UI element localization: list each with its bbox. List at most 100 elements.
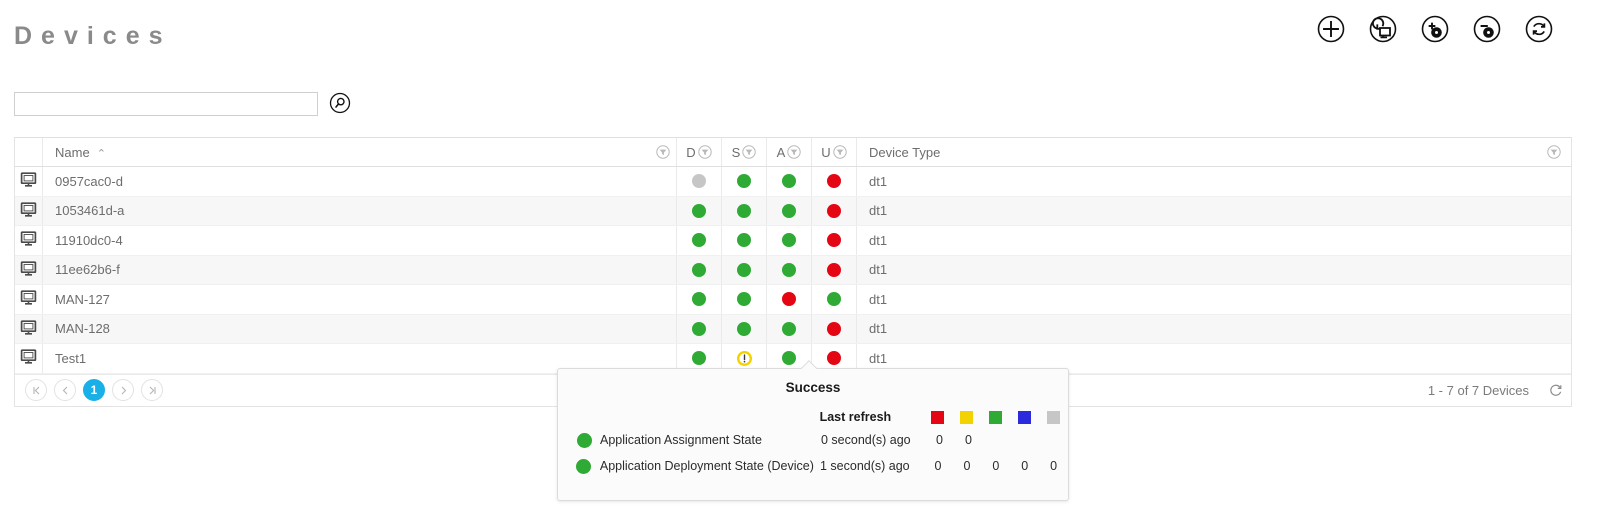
cell-name: MAN-127 (43, 285, 677, 314)
cell-name: 1053461d-a (43, 196, 677, 225)
unassign-software-button[interactable] (1472, 14, 1502, 44)
cell-name: 11ee62b6-f (43, 255, 677, 284)
legend-color-box (1047, 410, 1061, 424)
device-icon-cell (15, 285, 43, 314)
filter-icon-u[interactable] (832, 145, 847, 159)
device-name: MAN-127 (55, 291, 110, 307)
monitor-icon (20, 289, 37, 309)
filter-icon-name[interactable] (656, 145, 670, 159)
table-row[interactable]: MAN-128 dt1 (15, 314, 1571, 344)
page-prev-button[interactable] (54, 379, 76, 401)
table-row[interactable]: 1053461d-a dt1 (15, 196, 1571, 226)
cell-device-type: dt1 (857, 226, 1571, 255)
header-u[interactable]: U (812, 138, 857, 166)
cell-u (812, 255, 857, 284)
status-dot-green (782, 233, 796, 248)
add-device-button[interactable] (1316, 14, 1346, 44)
header-d-label: D (686, 144, 696, 160)
status-dot-red (827, 203, 841, 218)
cell-a (767, 196, 812, 225)
popup-row: Application Deployment State (Device) 1 s… (558, 453, 1068, 479)
table-row[interactable]: 0957cac0-d dt1 (15, 167, 1571, 197)
cell-s (722, 167, 767, 196)
table-row[interactable]: 11ee62b6-f dt1 (15, 255, 1571, 285)
search-icon (329, 92, 351, 117)
popup-count-1: 0 (963, 459, 971, 473)
assign-software-button[interactable] (1420, 14, 1450, 44)
header-device-type[interactable]: Device Type (857, 138, 1571, 166)
popup-arrow (801, 360, 819, 369)
legend-color-box (960, 410, 974, 424)
page-title: Devices (14, 22, 172, 50)
popup-row: Application Assignment State 0 second(s) … (558, 427, 1068, 453)
popup-legend (923, 410, 1068, 424)
device-type-value: dt1 (869, 350, 888, 366)
page-1-button[interactable]: 1 (83, 379, 105, 401)
device-name: MAN-128 (55, 321, 110, 337)
status-dot-green (782, 351, 796, 366)
table-row[interactable]: MAN-127 dt1 (15, 285, 1571, 315)
header-u-label: U (821, 144, 831, 160)
page-next-button[interactable] (112, 379, 134, 401)
device-name: Test1 (55, 350, 87, 366)
filter-icon-device-type[interactable] (1547, 145, 1561, 159)
refresh-button[interactable] (1524, 14, 1554, 44)
device-icon-cell (15, 255, 43, 284)
popup-last-refresh-time: 0 second(s) ago (821, 433, 911, 447)
cell-s (722, 196, 767, 225)
header-device-type-label: Device Type (869, 144, 941, 160)
status-dot-green (737, 174, 751, 189)
filter-icon-d[interactable] (697, 145, 712, 159)
device-icon-cell (15, 314, 43, 343)
legend-swatch-2 (981, 410, 1010, 424)
status-dot-red (827, 321, 841, 336)
popup-count-0: 0 (934, 459, 942, 473)
cell-s (722, 285, 767, 314)
page-last-button[interactable] (141, 379, 163, 401)
devices-page: Devices Name ⌃ D S A U Device Type 0957c… (0, 0, 1602, 523)
header-name[interactable]: Name ⌃ (43, 138, 677, 166)
popup-count-2: 0 (992, 459, 1000, 473)
warning-icon (736, 350, 752, 366)
monitor-undo-circle-icon (1369, 15, 1397, 43)
status-dot-red (827, 233, 841, 248)
cell-device-type: dt1 (857, 285, 1571, 314)
popup-count-0: 0 (936, 433, 943, 447)
monitor-icon (20, 319, 37, 339)
device-icon-cell (15, 226, 43, 255)
device-icon-cell (15, 167, 43, 196)
popup-last-refresh-time: 1 second(s) ago (820, 459, 910, 473)
footer-refresh-icon[interactable] (1549, 383, 1563, 397)
status-dot-green (692, 321, 706, 336)
device-type-value: dt1 (869, 232, 888, 248)
legend-swatch-4 (1039, 410, 1068, 424)
header-s[interactable]: S (722, 138, 767, 166)
cell-s (722, 314, 767, 343)
status-dot-gray (692, 174, 706, 189)
search-input[interactable] (14, 92, 318, 116)
table-row[interactable]: 11910dc0-4 dt1 (15, 226, 1571, 256)
filter-icon-a[interactable] (787, 145, 802, 159)
search-button[interactable] (328, 92, 352, 116)
status-dot-green (692, 233, 706, 248)
cell-u (812, 196, 857, 225)
restore-device-button[interactable] (1368, 14, 1398, 44)
legend-swatch-3 (1010, 410, 1039, 424)
filter-icon-s[interactable] (742, 145, 757, 159)
monitor-icon (20, 348, 37, 368)
device-name: 11ee62b6-f (55, 262, 120, 278)
popup-count-1: 0 (965, 433, 972, 447)
cell-name: 11910dc0-4 (43, 226, 677, 255)
status-dot-red (827, 174, 841, 189)
cell-a (767, 285, 812, 314)
popup-title: Success (785, 380, 841, 395)
cell-device-type: dt1 (857, 197, 1571, 226)
cell-a (767, 167, 812, 196)
header-a[interactable]: A (767, 138, 812, 166)
status-dot-green (737, 233, 751, 248)
header-d[interactable]: D (677, 138, 722, 166)
device-icon-cell (15, 344, 43, 373)
page-first-button[interactable] (25, 379, 47, 401)
header-s-label: S (731, 144, 741, 160)
status-dot-green (737, 262, 751, 277)
